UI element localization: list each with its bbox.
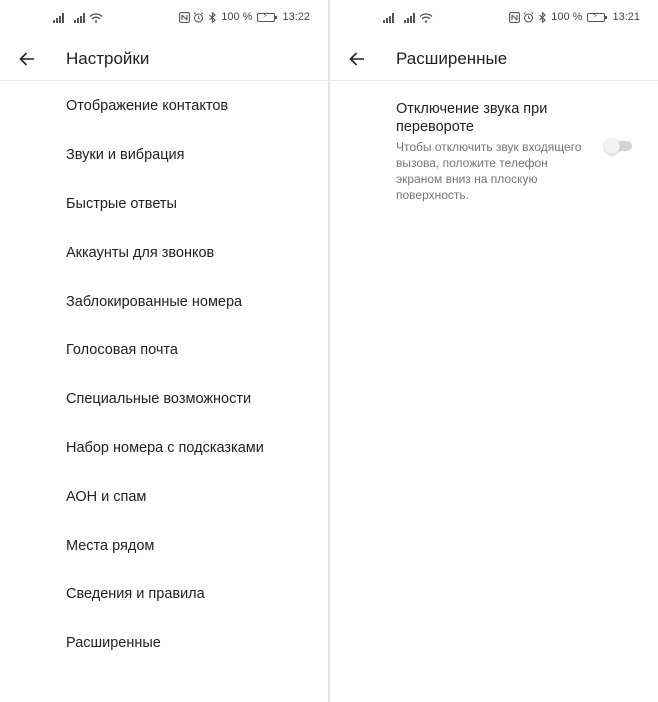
arrow-left-icon: [349, 52, 364, 66]
settings-list: Отображение контактов Звуки и вибрация Б…: [0, 82, 328, 668]
signal-icon: [74, 13, 85, 23]
settings-item-advanced[interactable]: Расширенные: [0, 619, 328, 668]
alarm-icon: [193, 11, 204, 23]
signal-icon: [383, 13, 394, 23]
settings-screen: 100 % ⚡ 13:22 Настройки Отображение конт…: [0, 0, 328, 702]
advanced-screen: 100 % ⚡ 13:21 Расширенные Отключение зву…: [330, 0, 658, 702]
settings-item-accessibility[interactable]: Специальные возможности: [0, 375, 328, 424]
setting-summary: Чтобы отключить звук входящего вызова, п…: [396, 140, 582, 202]
battery-icon: ⚡: [257, 11, 278, 22]
settings-item-calling-accounts[interactable]: Аккаунты для звонков: [0, 228, 328, 277]
battery-percent: 100 %: [221, 11, 253, 23]
status-bar: 100 % ⚡ 13:22: [0, 0, 328, 38]
toggle-thumb: [604, 138, 620, 154]
status-right: 100 % ⚡ 13:21: [509, 11, 640, 23]
settings-item-voicemail[interactable]: Голосовая почта: [0, 326, 328, 375]
settings-item-about-legal[interactable]: Сведения и правила: [0, 570, 328, 619]
signal-icon: [53, 13, 64, 23]
flip-to-silence-toggle[interactable]: [604, 138, 634, 154]
status-bar: 100 % ⚡ 13:21: [330, 0, 658, 38]
wifi-icon: [89, 13, 103, 23]
alarm-icon: [523, 11, 534, 23]
settings-item-quick-responses[interactable]: Быстрые ответы: [0, 180, 328, 229]
settings-item-caller-id-spam[interactable]: АОН и спам: [0, 472, 328, 521]
bluetooth-icon: [539, 11, 547, 23]
status-left: [383, 13, 433, 23]
settings-item-dialpad-suggestions[interactable]: Набор номера с подсказками: [0, 424, 328, 473]
back-button[interactable]: [12, 44, 42, 74]
page-title: Расширенные: [396, 49, 508, 68]
app-bar: Настройки: [0, 38, 328, 81]
app-bar: Расширенные: [330, 38, 658, 81]
settings-item-contacts-display[interactable]: Отображение контактов: [0, 82, 328, 131]
setting-title: Отключение звука при перевороте: [396, 101, 548, 135]
page-title: Настройки: [66, 49, 150, 68]
nfc-icon: [509, 11, 521, 23]
settings-item-sounds-vibration[interactable]: Звуки и вибрация: [0, 131, 328, 180]
status-time: 13:22: [282, 11, 310, 23]
settings-item-blocked-numbers[interactable]: Заблокированные номера: [0, 277, 328, 326]
bluetooth-icon: [209, 11, 217, 23]
battery-percent: 100 %: [551, 11, 583, 23]
nfc-icon: [179, 11, 191, 23]
back-button[interactable]: [342, 44, 372, 74]
signal-icon: [404, 13, 415, 23]
status-right: 100 % ⚡ 13:22: [179, 11, 310, 23]
battery-icon: ⚡: [587, 11, 608, 22]
wifi-icon: [419, 13, 433, 23]
settings-item-nearby-places[interactable]: Места рядом: [0, 521, 328, 570]
status-time: 13:21: [612, 11, 640, 23]
flip-to-silence-setting[interactable]: Отключение звука при перевороте Чтобы от…: [396, 100, 596, 203]
arrow-left-icon: [19, 52, 34, 66]
status-left: [53, 13, 103, 23]
